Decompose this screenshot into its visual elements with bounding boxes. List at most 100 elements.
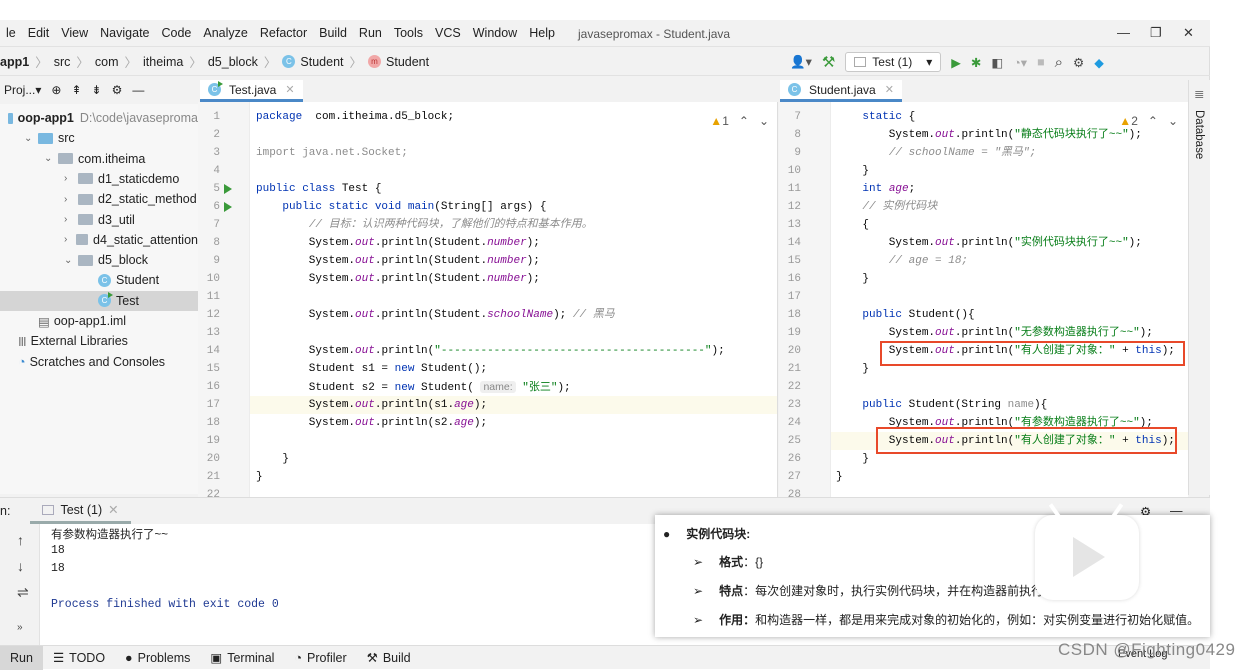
menu-navigate[interactable]: Navigate bbox=[94, 26, 155, 40]
minimize-button[interactable]: — bbox=[1117, 25, 1130, 40]
tree-item[interactable]: › d4_static_attention bbox=[0, 230, 198, 250]
tool-profiler[interactable]: ◔ Profiler bbox=[284, 646, 356, 670]
breadcrumb-item[interactable]: src bbox=[54, 55, 71, 69]
line-number: 2 bbox=[213, 129, 220, 141]
tree-item[interactable]: › d2_static_method bbox=[0, 189, 198, 209]
tool-terminal[interactable]: ▣ Terminal bbox=[200, 646, 284, 670]
tree-item[interactable]: ◔ Scratches and Consoles bbox=[0, 352, 198, 372]
console-line: Process finished with exit code 0 bbox=[51, 598, 279, 611]
menu-help[interactable]: Help bbox=[523, 26, 561, 40]
chevron-down-icon[interactable]: ⌄ bbox=[759, 114, 769, 128]
database-sidebar[interactable]: ≣ Database bbox=[1188, 80, 1210, 495]
menu-build[interactable]: Build bbox=[313, 26, 353, 40]
expand-all-icon[interactable]: ⇞ bbox=[71, 83, 81, 97]
collapse-all-icon[interactable]: ⇟ bbox=[92, 83, 102, 97]
line-number: 28 bbox=[787, 489, 801, 497]
code-line: System.out.println("实例代码块执行了~~"); bbox=[836, 237, 1142, 249]
menu-window[interactable]: Window bbox=[467, 26, 523, 40]
project-view-select[interactable]: Proj...▾ bbox=[4, 83, 41, 97]
tree-item[interactable]: › d3_util bbox=[0, 210, 198, 230]
close-button[interactable]: ✕ bbox=[1183, 25, 1194, 41]
code-line: // 目标：认识两种代码块，了解他们的特点和基本作用。 bbox=[308, 219, 593, 231]
inspection-widget[interactable]: ▲1 ⌃ ⌄ bbox=[710, 114, 769, 128]
code-line: } bbox=[256, 471, 263, 483]
tree-item[interactable]: ⌄ com.itheima bbox=[0, 149, 198, 169]
inspection-widget[interactable]: ▲2 ⌃ ⌄ bbox=[1119, 114, 1178, 128]
toolbox-icon[interactable]: ◆ bbox=[1094, 55, 1104, 70]
tree-item[interactable]: ⌄ d5_block bbox=[0, 250, 198, 270]
build-hammer-icon[interactable]: ⚒ bbox=[822, 53, 835, 71]
tool-run[interactable]: Run bbox=[0, 645, 43, 670]
stop-icon[interactable]: ■ bbox=[1037, 55, 1045, 69]
tool-build[interactable]: ⚒ Build bbox=[357, 646, 421, 670]
tab-test-java[interactable]: C Test.java ✕ bbox=[200, 80, 303, 102]
more-icon[interactable]: » bbox=[17, 622, 23, 633]
run-gutter-icon[interactable] bbox=[224, 184, 232, 194]
tree-item[interactable]: ⌄ src bbox=[0, 128, 198, 148]
restore-button[interactable]: ❐ bbox=[1150, 25, 1162, 41]
watermark: CSDN @Fighting0429 bbox=[1058, 640, 1236, 659]
menu-tools[interactable]: Tools bbox=[388, 26, 429, 40]
breadcrumb-item[interactable]: itheima bbox=[143, 55, 183, 69]
breadcrumb-item[interactable]: d5_block bbox=[208, 55, 258, 69]
tool-problems[interactable]: ● Problems bbox=[115, 646, 200, 670]
menu-refactor[interactable]: Refactor bbox=[254, 26, 313, 40]
chevron-right-icon[interactable]: › bbox=[64, 214, 78, 225]
code-line: public Student(){ bbox=[862, 309, 975, 321]
tab-student-java[interactable]: C Student.java ✕ bbox=[780, 80, 902, 102]
tree-item[interactable]: › d1_staticdemo bbox=[0, 169, 198, 189]
coverage-icon[interactable]: ◧ bbox=[991, 55, 1003, 70]
chevron-right-icon[interactable]: › bbox=[64, 194, 78, 205]
breadcrumb-item[interactable]: C Student bbox=[282, 55, 344, 69]
tree-item[interactable]: ▤ oop-app1.iml bbox=[0, 311, 198, 331]
gear-icon[interactable]: ⚙ bbox=[1073, 55, 1084, 70]
arrow-down-icon[interactable]: ↓ bbox=[17, 558, 24, 574]
menu-vcs[interactable]: VCS bbox=[429, 26, 467, 40]
menu-code[interactable]: Code bbox=[156, 26, 198, 40]
menu-view[interactable]: View bbox=[55, 26, 94, 40]
profiler-icon[interactable]: ◔▾ bbox=[1013, 55, 1027, 70]
chevron-right-icon[interactable]: › bbox=[64, 173, 78, 184]
chevron-down-icon[interactable]: ⌄ bbox=[64, 255, 78, 266]
class-icon: C bbox=[208, 81, 223, 96]
arrow-up-icon[interactable]: ↑ bbox=[17, 532, 24, 548]
line-number: 18 bbox=[206, 417, 220, 429]
breadcrumb-item[interactable]: com bbox=[95, 55, 119, 69]
close-tab-icon[interactable]: ✕ bbox=[108, 502, 118, 517]
tree-item[interactable]: C Test bbox=[0, 290, 198, 311]
menu-le[interactable]: le bbox=[0, 26, 22, 40]
line-number: 25 bbox=[787, 435, 801, 447]
chevron-up-icon[interactable]: ⌃ bbox=[1148, 114, 1158, 128]
soft-wrap-icon[interactable]: ⇌ bbox=[17, 584, 29, 601]
tool-todo[interactable]: ☰ TODO bbox=[43, 646, 115, 670]
gear-icon[interactable]: ⚙ bbox=[112, 83, 123, 97]
close-tab-icon[interactable]: ✕ bbox=[885, 83, 894, 96]
debug-icon[interactable]: ✱ bbox=[971, 55, 981, 70]
menu-analyze[interactable]: Analyze bbox=[197, 26, 253, 40]
tree-item[interactable]: oop-app1 D:\code\javaseproma bbox=[0, 108, 198, 128]
tree-item[interactable]: Ⅲ External Libraries bbox=[0, 331, 198, 351]
breadcrumb-item[interactable]: app1 bbox=[0, 55, 29, 69]
hide-icon[interactable]: — bbox=[132, 83, 144, 97]
locate-icon[interactable]: ⊕ bbox=[51, 83, 61, 97]
chevron-up-icon[interactable]: ⌃ bbox=[739, 114, 749, 128]
breadcrumb-item[interactable]: m Student bbox=[368, 55, 429, 69]
menu-run[interactable]: Run bbox=[353, 26, 388, 40]
chevron-down-icon[interactable]: ⌄ bbox=[1168, 114, 1178, 128]
search-icon[interactable]: ⌕ bbox=[1055, 54, 1063, 71]
close-tab-icon[interactable]: ✕ bbox=[285, 83, 294, 96]
run-gutter-icon[interactable] bbox=[224, 202, 232, 212]
run-icon[interactable]: ▶ bbox=[951, 55, 961, 70]
code-line: } bbox=[836, 273, 870, 285]
left-code-editor[interactable]: package com.itheima.d5_block; 1 2 import ja… bbox=[198, 102, 778, 497]
run-tab[interactable]: Test (1) ✕ bbox=[30, 498, 131, 524]
chevron-down-icon[interactable]: ⌄ bbox=[24, 133, 38, 144]
run-config-select[interactable]: Test (1) ▾ bbox=[845, 52, 942, 72]
chevron-right-icon[interactable]: › bbox=[64, 234, 76, 245]
right-code-editor[interactable]: static {7 System.out.println("静态代码块执行了~~… bbox=[779, 102, 1188, 497]
menu-edit[interactable]: Edit bbox=[22, 26, 56, 40]
chevron-down-icon[interactable]: ⌄ bbox=[44, 153, 58, 164]
console-line: 有参数构造器执行了~~ bbox=[51, 529, 168, 541]
tree-item[interactable]: C Student bbox=[0, 270, 198, 290]
account-icon[interactable]: 👤▾ bbox=[790, 54, 812, 70]
